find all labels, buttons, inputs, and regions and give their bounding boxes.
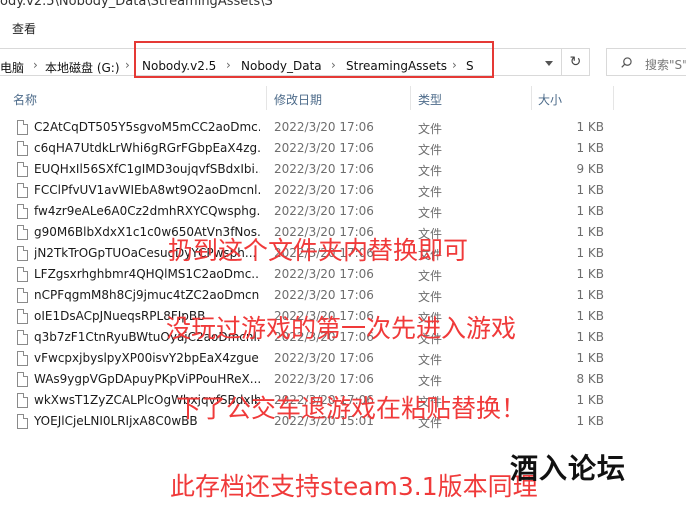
file-size: 1 KB	[576, 330, 604, 344]
file-row[interactable]: LFZgsxrhghbmr4QHQlMS1C2aoDmc... 2022/3/2…	[0, 264, 686, 285]
window-title-bar: ody.v2.5\Nobody_Data\StreamingAssets\S	[0, 0, 686, 14]
file-name: c6qHA7UtdkLrWhi6gRGrFGbpEaX4zg...	[34, 141, 260, 155]
column-divider[interactable]	[613, 86, 614, 110]
file-name: LFZgsxrhghbmr4QHQlMS1C2aoDmc...	[34, 267, 260, 281]
menu-bar: 查看	[0, 14, 686, 40]
file-name: WAs9ygpVGpDApuyPKpViPPouHReX...	[34, 372, 260, 386]
file-size: 1 KB	[576, 183, 604, 197]
column-divider[interactable]	[266, 86, 267, 110]
file-row[interactable]: c6qHA7UtdkLrWhi6gRGrFGbpEaX4zg... 2022/3…	[0, 138, 686, 159]
column-header-size[interactable]: 大小	[538, 91, 562, 108]
file-size: 8 KB	[576, 372, 604, 386]
column-divider[interactable]	[531, 86, 532, 110]
file-date: 2022/3/20 17:06	[274, 267, 374, 281]
file-type: 文件	[418, 185, 443, 199]
file-icon	[17, 246, 28, 261]
file-name: fw4zr9eALe6A0Cz2dmhRXYCQwsphg...	[34, 204, 260, 218]
file-type: 文件	[418, 374, 443, 388]
file-row[interactable]: WAs9ygpVGpDApuyPKpViPPouHReX... 2022/3/2…	[0, 369, 686, 390]
file-type: 文件	[418, 122, 443, 136]
file-date: 2022/3/20 17:06	[274, 141, 374, 155]
file-name: nCPFqgmM8h8Cj9jmuc4tZC2aoDmcnl...	[34, 288, 260, 302]
file-row[interactable]: EUQHxIl56SXfC1gIMD3oujqvfSBdxIbi... 2022…	[0, 159, 686, 180]
file-type: 文件	[418, 164, 443, 178]
forum-watermark-logo: 酒入论坛	[510, 452, 627, 485]
overlay-instruction-4: 此存档还支持steam3.1版本同理	[170, 472, 538, 501]
file-type: 文件	[418, 143, 443, 157]
column-divider[interactable]	[410, 86, 411, 110]
file-icon	[17, 351, 28, 366]
file-icon	[17, 372, 28, 387]
file-date: 2022/3/20 17:06	[274, 288, 374, 302]
file-type: 文件	[418, 206, 443, 220]
file-icon	[17, 225, 28, 240]
file-icon	[17, 330, 28, 345]
file-date: 2022/3/20 17:06	[274, 351, 374, 365]
file-type: 文件	[418, 353, 443, 367]
file-size: 1 KB	[576, 141, 604, 155]
file-size: 1 KB	[576, 414, 604, 428]
refresh-icon: ↻	[569, 54, 582, 70]
file-date: 2022/3/20 17:06	[274, 120, 374, 134]
column-header-modified[interactable]: 修改日期	[274, 91, 322, 108]
chevron-right-icon[interactable]: ›	[33, 58, 38, 72]
column-header-name[interactable]: 名称	[13, 91, 37, 108]
search-placeholder: 搜索"S"	[645, 58, 686, 72]
file-name: C2AtCqDT505Y5sgvoM5mCC2aoDmc...	[34, 120, 260, 134]
window-path-title: ody.v2.5\Nobody_Data\StreamingAssets\S	[0, 0, 273, 9]
column-header-type[interactable]: 类型	[418, 91, 442, 108]
file-name: vFwcpxjbyslpyXP00isvY2bpEaX4zgue...	[34, 351, 260, 365]
file-icon	[17, 183, 28, 198]
file-row[interactable]: vFwcpxjbyslpyXP00isvY2bpEaX4zgue... 2022…	[0, 348, 686, 369]
file-date: 2022/3/20 17:06	[274, 183, 374, 197]
file-icon	[17, 288, 28, 303]
file-row[interactable]: C2AtCqDT505Y5sgvoM5mCC2aoDmc... 2022/3/2…	[0, 117, 686, 138]
file-type: 文件	[418, 290, 443, 304]
file-icon	[17, 309, 28, 324]
file-row[interactable]: fw4zr9eALe6A0Cz2dmhRXYCQwsphg... 2022/3/…	[0, 201, 686, 222]
file-size: 1 KB	[576, 246, 604, 260]
file-row[interactable]: nCPFqgmM8h8Cj9jmuc4tZC2aoDmcnl... 2022/3…	[0, 285, 686, 306]
overlay-instruction-1: 扔到这个文件夹内替换即可	[168, 236, 469, 265]
column-header-row: 名称 修改日期 类型 大小	[0, 86, 686, 110]
file-name: FCClPfvUV1avWIEbA8wt9O2aoDmcnl...	[34, 183, 260, 197]
breadcrumb-drive-g[interactable]: 本地磁盘 (G:)	[45, 59, 120, 76]
overlay-instruction-3: 下了公交车退游戏在粘贴替换！	[176, 394, 527, 423]
file-size: 9 KB	[576, 162, 604, 176]
file-size: 1 KB	[576, 267, 604, 281]
overlay-instruction-2: 没玩过游戏的第一次先进入游戏	[166, 314, 517, 343]
address-highlight-box	[134, 41, 494, 78]
file-icon	[17, 141, 28, 156]
file-date: 2022/3/20 17:06	[274, 162, 374, 176]
refresh-button[interactable]: ↻	[562, 48, 590, 76]
file-icon	[17, 267, 28, 282]
search-input[interactable]: 搜索"S"	[606, 48, 686, 76]
file-date: 2022/3/20 17:06	[274, 204, 374, 218]
file-name: EUQHxIl56SXfC1gIMD3oujqvfSBdxIbi...	[34, 162, 260, 176]
chevron-right-icon[interactable]: ›	[125, 58, 130, 72]
file-icon	[17, 204, 28, 219]
file-size: 1 KB	[576, 351, 604, 365]
file-icon	[17, 120, 28, 135]
file-size: 1 KB	[576, 120, 604, 134]
breadcrumb-this-pc[interactable]: 电脑	[0, 59, 24, 76]
file-size: 1 KB	[576, 309, 604, 323]
file-row[interactable]: FCClPfvUV1avWIEbA8wt9O2aoDmcnl... 2022/3…	[0, 180, 686, 201]
file-size: 1 KB	[576, 288, 604, 302]
search-icon	[621, 57, 632, 68]
menu-view[interactable]: 查看	[12, 20, 36, 37]
file-icon	[17, 414, 28, 429]
file-size: 1 KB	[576, 204, 604, 218]
file-icon	[17, 162, 28, 177]
address-dropdown-icon[interactable]	[545, 61, 553, 66]
file-type: 文件	[418, 269, 443, 283]
file-date: 2022/3/20 17:06	[274, 372, 374, 386]
file-size: 1 KB	[576, 225, 604, 239]
file-icon	[17, 393, 28, 408]
file-size: 1 KB	[576, 393, 604, 407]
